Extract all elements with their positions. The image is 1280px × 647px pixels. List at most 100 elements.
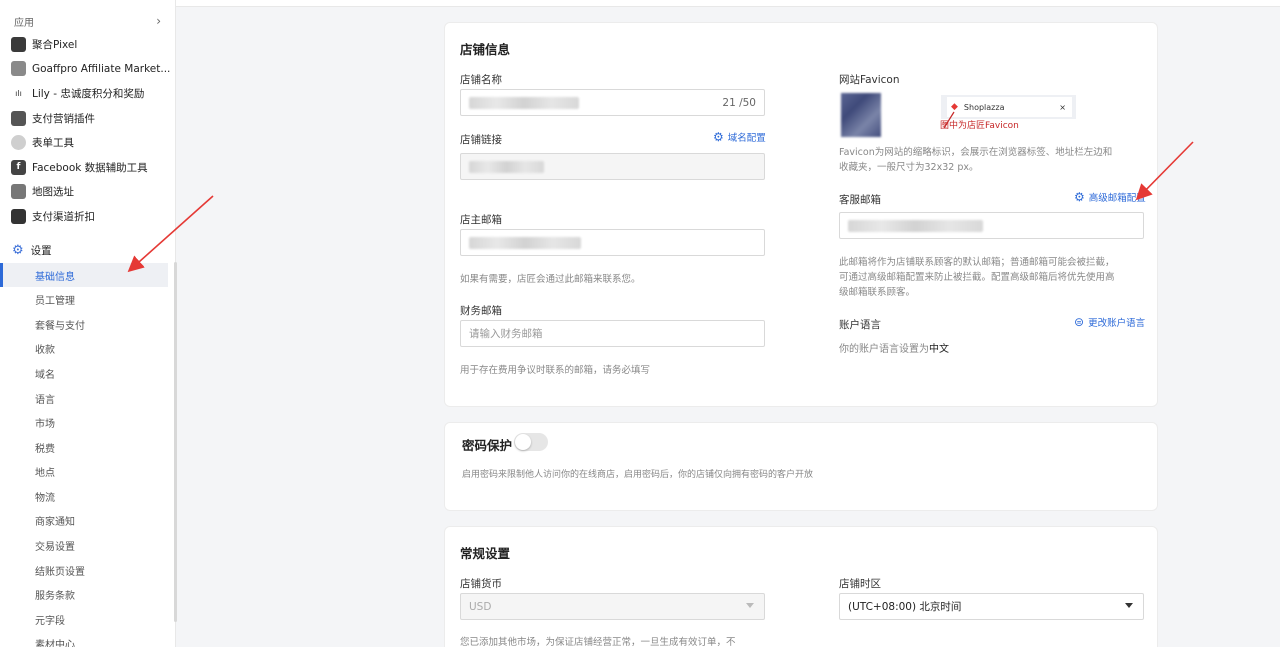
sidebar-scrollbar[interactable] [174,262,177,622]
currency-help: 您已添加其他市场，为保证店铺经营正常，一旦生成有效订单，不 [460,637,736,647]
sidebar-app-label: Lily - 忠诚度积分和奖励 [32,87,145,100]
store-link-input[interactable] [460,153,765,180]
timezone-value: (UTC+08:00) 北京时间 [848,601,962,613]
advanced-email-link[interactable]: ⚙ 高级邮箱配置 [1074,190,1146,204]
store-link-label: 店铺链接 [460,134,502,146]
change-language-link[interactable]: ⊜ 更改账户语言 [1074,315,1145,329]
sidebar-settings-item[interactable]: 税费 [0,435,175,460]
sidebar-app-label: 支付营销插件 [32,112,95,125]
gear-icon: ⚙ [713,130,724,144]
redacted-service-email [848,219,983,232]
finance-email-input[interactable]: 请输入财务邮箱 [460,320,765,347]
sidebar-settings-item[interactable]: 语言 [0,386,175,411]
sidebar-app-item[interactable]: 支付营销插件 [0,106,175,131]
owner-email-help: 如果有需要，店匠会通过此邮箱来联系您。 [460,274,641,285]
timezone-select[interactable]: (UTC+08:00) 北京时间 [839,593,1144,620]
sidebar-settings-item[interactable]: 元字段 [0,607,175,632]
top-bar [176,0,1280,7]
favicon-help-1: Favicon为网站的缩略标识，会展示在浏览器标签、地址栏左边和 [839,147,1113,158]
currency-value: USD [469,600,492,613]
store-name-counter: 21 /50 [722,96,756,109]
caret-down-icon [1125,603,1133,608]
sidebar-settings-item[interactable]: 商家通知 [0,509,175,534]
sidebar-app-item[interactable]: Goaffpro Affiliate Market... [0,57,175,82]
currency-label: 店铺货币 [460,578,502,590]
password-protection-card: 密码保护 启用密码来限制他人访问你的在线商店，启用密码后，你的店铺仅向拥有密码的… [444,422,1158,511]
service-email-help-1: 此邮箱将作为店铺联系顾客的默认邮箱；普通邮箱可能会被拦截， [839,257,1115,268]
currency-select[interactable]: USD [460,593,765,620]
shoplazza-logo-icon: ◆ [951,102,958,112]
sidebar-settings-item[interactable]: 市场 [0,410,175,435]
sidebar-app-item[interactable]: ılı Lily - 忠诚度积分和奖励 [0,81,175,106]
sidebar-settings-item[interactable]: 地点 [0,460,175,485]
gear-icon: ⚙ [12,243,24,259]
store-info-title: 店铺信息 [460,42,511,57]
gear-icon: ⚙ [1074,190,1085,204]
advanced-email-label: 高级邮箱配置 [1088,193,1146,204]
sidebar-app-label: 地图选址 [32,186,74,199]
sidebar-settings-item[interactable]: 交易设置 [0,533,175,558]
redacted-owner-email [469,236,581,249]
preview-tab-close-icon: × [1059,102,1066,112]
favicon-preview: ◆ Shoplazza × [941,95,1076,119]
store-name-input[interactable]: 21 /50 [460,89,765,116]
sidebar-settings-item[interactable]: 结账页设置 [0,558,175,583]
app-list: 聚合Pixel Goaffpro Affiliate Market... ılı Li… [0,32,175,229]
sidebar-settings-item[interactable]: 套餐与支付 [0,312,175,337]
password-toggle[interactable] [514,433,548,451]
lily-icon: ılı [11,85,26,101]
apps-header-label: 应用 [14,17,34,29]
browser-tab-preview: ◆ Shoplazza × [947,97,1072,117]
sidebar-settings-item[interactable]: 基础信息 [0,262,168,288]
account-language-value: 中文 [929,344,949,355]
sidebar-app-item[interactable]: 支付渠道折扣 [0,204,175,229]
domain-config-link[interactable]: ⚙ 域名配置 [713,130,766,144]
account-language-text: 你的账户语言设置为中文 [839,340,949,355]
pixel-icon [11,36,26,52]
sidebar-settings-item[interactable]: 素材中心 [0,632,175,647]
favicon-image[interactable] [841,93,881,137]
finance-email-placeholder: 请输入财务邮箱 [469,328,543,340]
language-icon: ⊜ [1074,315,1085,329]
password-help: 启用密码来限制他人访问你的在线商店，启用密码后，你的店铺仅向拥有密码的客户开放 [462,470,814,480]
sidebar-settings-item[interactable]: 域名 [0,361,175,386]
sidebar-app-item[interactable]: 表单工具 [0,130,175,155]
change-language-label: 更改账户语言 [1088,318,1146,329]
facebook-icon: f [11,159,26,175]
sidebar-settings-item[interactable]: 员工管理 [0,287,175,312]
redacted-store-name [469,96,579,109]
chevron-right-icon[interactable]: › [156,14,161,28]
sidebar-settings[interactable]: ⚙ 设置 [0,239,175,263]
map-icon [11,184,26,200]
service-email-help-2: 可通过高级邮箱配置来防止被拦截。配置高级邮箱后将优先使用高 [839,272,1115,283]
sidebar-settings-item[interactable]: 服务条款 [0,582,175,607]
service-email-input[interactable] [839,212,1144,239]
sidebar: 应用 › 聚合Pixel Goaffpro Affiliate Market...… [0,0,176,647]
password-protection-title: 密码保护 [462,438,513,453]
favicon-annotation: 图中为店匠Favicon [940,121,1019,131]
form-tool-icon [11,135,26,151]
sidebar-settings-item[interactable]: 物流 [0,484,175,509]
preview-tab-title: Shoplazza [963,102,1005,112]
owner-email-input[interactable] [460,229,765,256]
sidebar-app-item[interactable]: f Facebook 数据辅助工具 [0,155,175,180]
finance-email-label: 财务邮箱 [460,305,502,317]
sidebar-app-item[interactable]: 地图选址 [0,180,175,205]
sidebar-settings-item[interactable]: 收款 [0,337,175,362]
favicon-label: 网站Favicon [839,74,900,86]
redacted-store-link [469,160,544,173]
sidebar-app-label: Facebook 数据辅助工具 [32,161,148,174]
service-email-help-3: 级邮箱联系顾客。 [839,287,916,298]
sidebar-app-item[interactable]: 聚合Pixel [0,32,175,57]
finance-email-help: 用于存在费用争议时联系的邮箱，请务必填写 [460,365,651,376]
store-name-label: 店铺名称 [460,74,502,86]
sidebar-app-label: 聚合Pixel [32,38,78,51]
account-language-prefix: 你的账户语言设置为 [839,344,929,355]
owner-email-label: 店主邮箱 [460,214,502,226]
general-settings-title: 常规设置 [460,546,511,561]
goaffpro-icon [11,61,26,77]
apps-group-header[interactable]: 应用 › [0,10,175,32]
domain-config-label: 域名配置 [727,133,766,144]
timezone-label: 店铺时区 [839,578,881,590]
favicon-help-2: 收藏夹，一般尺寸为32x32 px。 [839,162,979,173]
